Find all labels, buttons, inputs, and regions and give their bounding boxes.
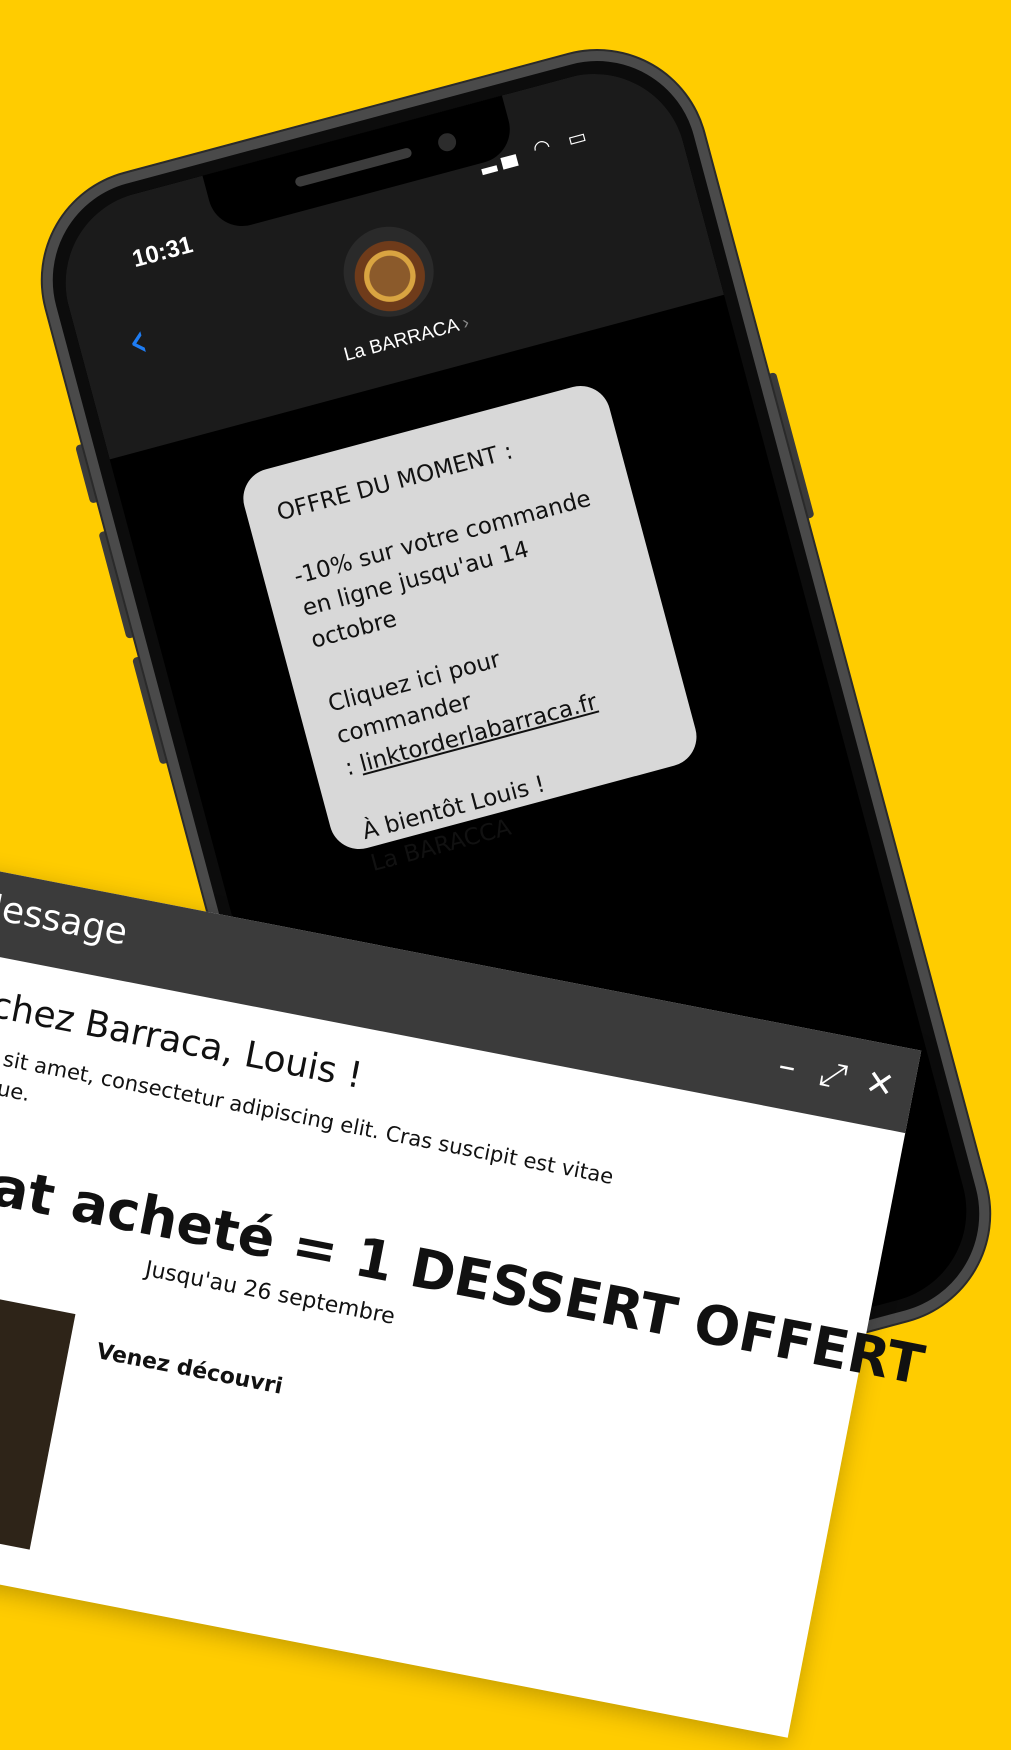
speaker-grille [294, 146, 413, 188]
cropped-text-fragment-2: s [0, 506, 1, 557]
discover-text: Venez découvri [94, 1339, 285, 1400]
minimize-icon[interactable]: – [775, 1045, 799, 1088]
close-icon[interactable]: ✕ [862, 1062, 898, 1107]
sms-bubble: OFFRE DU MOMENT : -10% sur votre command… [236, 379, 704, 877]
status-time: 10:31 [129, 231, 196, 274]
contact-avatar[interactable] [333, 216, 444, 327]
chevron-right-icon: › [460, 312, 472, 335]
food-image [0, 1268, 76, 1550]
wifi-icon: ◠ [530, 131, 559, 161]
battery-icon: ▭ [564, 121, 595, 152]
back-chevron-icon[interactable]: ‹ [121, 312, 157, 371]
message-title: Message [0, 883, 131, 954]
cropped-text-fragment-1: s [0, 432, 1, 483]
front-camera [436, 131, 459, 154]
expand-icon[interactable]: ⤢ [816, 1053, 850, 1097]
